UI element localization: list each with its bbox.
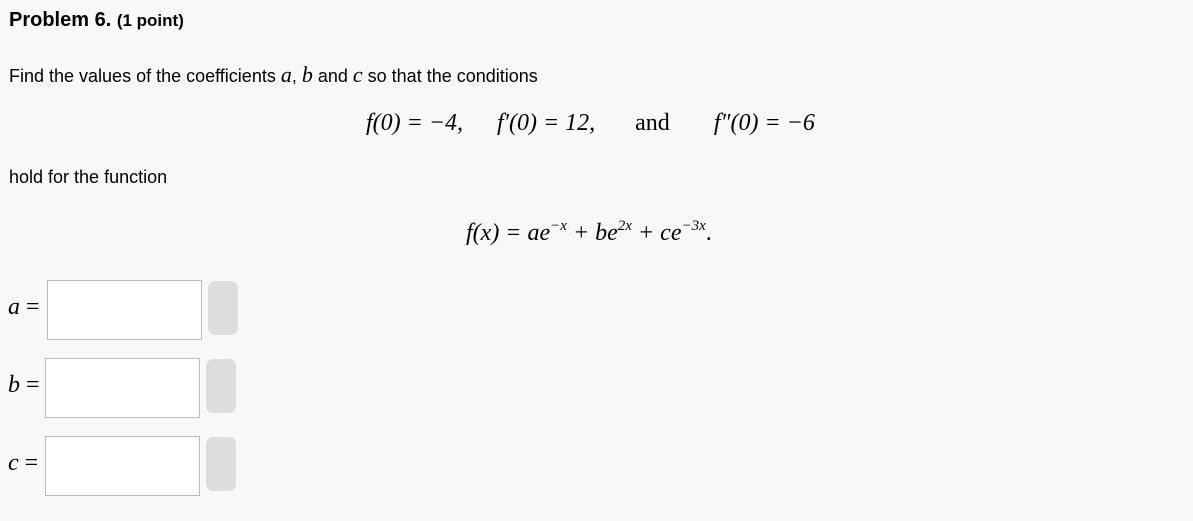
condition-3: f″(0) = −6 (713, 110, 815, 136)
problem-points: (1 point) (116, 11, 184, 30)
hold-text: hold for the function (9, 167, 168, 187)
problem-prompt: Find the values of the coefficients a, b… (9, 62, 538, 87)
condition-1: f(0) = −4, (366, 110, 464, 136)
problem-number: Problem 6. (9, 9, 112, 31)
label-b: b = (8, 372, 40, 398)
conditions-equation: f(0) = −4, f′(0) = 12, and f″(0) = −6 (366, 110, 815, 137)
problem-title: Problem 6. (1 point) (9, 9, 184, 32)
var-a: a (280, 62, 292, 87)
function-equation: f(x) = ae−x + be2x + ce−3x. (466, 218, 712, 246)
answer-b-input[interactable] (45, 358, 200, 418)
var-c: c (352, 62, 363, 87)
feedback-c-button[interactable] (206, 437, 236, 491)
label-a: a = (8, 294, 40, 320)
answer-a-input[interactable] (47, 280, 202, 340)
feedback-a-button[interactable] (208, 281, 238, 335)
feedback-b-button[interactable] (206, 359, 236, 413)
condition-2: f′(0) = 12, (497, 110, 596, 136)
conditions-and: and (635, 110, 670, 136)
var-b: b (301, 62, 313, 87)
answer-c-input[interactable] (45, 436, 200, 496)
label-c: c = (8, 450, 39, 476)
